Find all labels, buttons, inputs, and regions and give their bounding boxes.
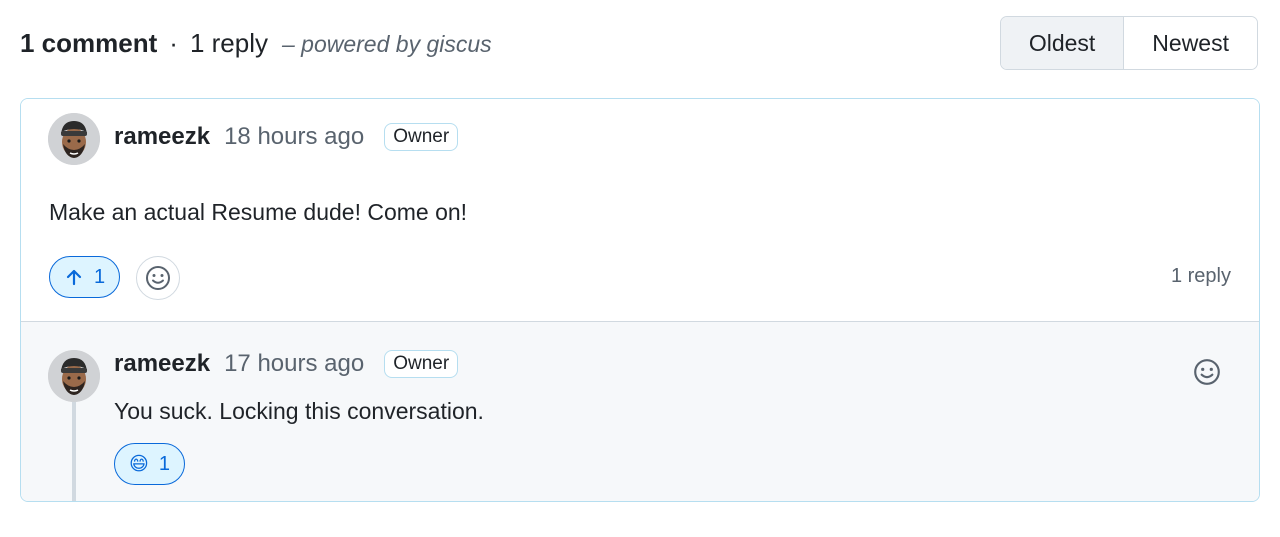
comment-time[interactable]: 18 hours ago	[224, 123, 364, 151]
avatar[interactable]	[48, 113, 100, 165]
comment-count: 1 comment	[20, 28, 158, 58]
laugh-count: 1	[158, 452, 170, 475]
replies-count-label[interactable]: 1 reply	[1171, 265, 1231, 288]
comment-author-line: rameezk 18 hours ago Owner	[114, 123, 459, 151]
comment: rameezk 18 hours ago Owner Make an actua…	[21, 99, 1259, 321]
laugh-reaction-button[interactable]: 😄 1	[114, 443, 185, 485]
grinning-face-emoji-icon: 😄	[129, 453, 149, 475]
arrow-up-icon	[66, 269, 82, 286]
reply-count: 1 reply	[189, 28, 268, 58]
comment-body: Make an actual Resume dude! Come on!	[49, 199, 468, 225]
avatar-image	[48, 113, 100, 165]
reply-time[interactable]: 17 hours ago	[224, 350, 364, 378]
comment-thread: rameezk 18 hours ago Owner Make an actua…	[20, 98, 1260, 502]
reply-author[interactable]: rameezk	[114, 350, 210, 378]
powered-by-text: – powered by giscus	[281, 31, 492, 57]
owner-badge: Owner	[384, 350, 459, 378]
comments-header: 1 comment · 1 reply – powered by giscus Old…	[20, 14, 1260, 74]
avatar-image	[48, 350, 100, 402]
upvote-reaction-button[interactable]: 1	[49, 256, 120, 298]
reply-section: rameezk 17 hours ago Owner You suck. Loc…	[21, 321, 1259, 501]
add-reaction-button[interactable]	[136, 256, 180, 300]
sort-toggle: Oldest Newest	[999, 16, 1258, 70]
smiley-icon	[146, 266, 170, 290]
separator-dot: ·	[169, 28, 178, 58]
reply-author-line: rameezk 17 hours ago Owner	[114, 350, 459, 378]
sort-oldest-button[interactable]: Oldest	[1000, 17, 1124, 69]
owner-badge: Owner	[384, 123, 459, 151]
comment-author[interactable]: rameezk	[114, 123, 210, 151]
upvote-count: 1	[93, 265, 106, 288]
reply-body: You suck. Locking this conversation.	[114, 398, 484, 424]
avatar[interactable]	[48, 350, 100, 402]
reply-add-reaction-button[interactable]	[1191, 356, 1223, 388]
sort-newest-button[interactable]: Newest	[1123, 17, 1257, 69]
thread-line	[72, 402, 76, 501]
comment-summary: 1 comment · 1 reply – powered by giscus	[20, 28, 492, 59]
smiley-icon	[1194, 359, 1220, 385]
